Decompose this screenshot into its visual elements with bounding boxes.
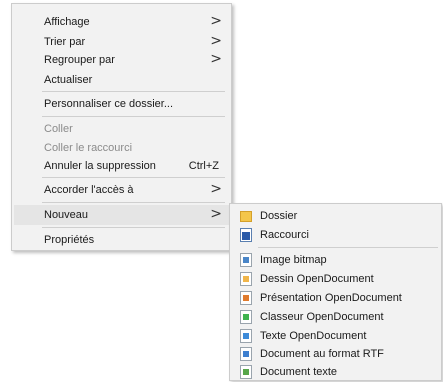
chevron-right-icon: > — [210, 13, 222, 29]
menu-item-label: Affichage — [44, 16, 90, 28]
shortcut-icon — [240, 228, 252, 242]
menu-item-nouveau[interactable]: Nouveau > — [14, 205, 229, 225]
menu-item-label: Présentation OpenDocument — [260, 292, 402, 304]
opendocument-drawing-icon — [240, 272, 252, 286]
menu-item-coller[interactable]: Coller — [14, 119, 229, 139]
menu-item-label: Dossier — [260, 210, 298, 222]
shortcut-text: Ctrl+Z — [188, 160, 219, 172]
bitmap-image-icon — [240, 253, 252, 267]
rtf-document-icon — [240, 347, 252, 361]
menu-item-actualiser[interactable]: Actualiser — [14, 70, 229, 90]
menu-item-label: Actualiser — [44, 74, 93, 86]
menu-item-coller-raccourci[interactable]: Coller le raccourci — [14, 138, 229, 158]
submenu-item-image-bitmap[interactable]: Image bitmap — [232, 250, 439, 270]
context-menu: Affichage > Trier par > Regrouper par > … — [11, 3, 232, 251]
menu-item-label: Image bitmap — [260, 254, 327, 266]
opendocument-text-icon — [240, 329, 252, 343]
menu-separator — [42, 177, 225, 178]
chevron-right-icon: > — [210, 206, 222, 222]
submenu-item-dessin-opendocument[interactable]: Dessin OpenDocument — [232, 269, 439, 289]
menu-item-label: Dessin OpenDocument — [260, 273, 374, 285]
menu-item-label: Coller — [44, 123, 73, 135]
menu-item-label: Regrouper par — [44, 54, 115, 66]
menu-item-proprietes[interactable]: Propriétés — [14, 230, 229, 250]
opendocument-presentation-icon — [240, 291, 252, 305]
text-document-icon — [240, 365, 252, 379]
folder-icon — [240, 211, 252, 222]
opendocument-spreadsheet-icon — [240, 310, 252, 324]
menu-item-trier-par[interactable]: Trier par > — [14, 32, 229, 52]
menu-item-label: Document texte — [260, 366, 338, 378]
menu-item-label: Annuler la suppression — [44, 160, 156, 172]
chevron-right-icon: > — [210, 51, 222, 67]
chevron-right-icon: > — [210, 181, 222, 197]
submenu-item-presentation-opendocument[interactable]: Présentation OpenDocument — [232, 288, 439, 308]
menu-separator — [42, 116, 225, 117]
submenu-item-texte-opendocument[interactable]: Texte OpenDocument — [232, 326, 439, 346]
menu-item-label: Personnaliser ce dossier... — [44, 98, 174, 110]
menu-item-label: Trier par — [44, 36, 86, 48]
menu-item-label: Propriétés — [44, 234, 95, 246]
menu-separator — [42, 202, 225, 203]
menu-item-label: Classeur OpenDocument — [260, 311, 384, 323]
chevron-right-icon: > — [210, 33, 222, 49]
menu-item-label: Coller le raccourci — [44, 142, 133, 154]
menu-item-label: Nouveau — [44, 209, 89, 221]
menu-item-regrouper-par[interactable]: Regrouper par > — [14, 50, 229, 70]
menu-item-accorder-acces[interactable]: Accorder l'accès à > — [14, 180, 229, 200]
menu-item-personnaliser-dossier[interactable]: Personnaliser ce dossier... — [14, 94, 229, 114]
submenu-item-document-texte[interactable]: Document texte — [232, 362, 439, 382]
menu-item-label: Document au format RTF — [260, 348, 384, 360]
menu-separator — [42, 91, 225, 92]
menu-item-annuler-suppression[interactable]: Annuler la suppression Ctrl+Z — [14, 156, 229, 176]
menu-separator — [42, 227, 225, 228]
submenu-item-document-rtf[interactable]: Document au format RTF — [232, 344, 439, 364]
menu-item-affichage[interactable]: Affichage > — [14, 12, 229, 32]
menu-item-label: Texte OpenDocument — [260, 330, 367, 342]
submenu-item-dossier[interactable]: Dossier — [232, 206, 439, 226]
menu-item-label: Raccourci — [260, 229, 309, 241]
menu-item-label: Accorder l'accès à — [44, 184, 134, 196]
submenu-item-classeur-opendocument[interactable]: Classeur OpenDocument — [232, 307, 439, 327]
submenu-item-raccourci[interactable]: Raccourci — [232, 225, 439, 245]
new-submenu: Dossier Raccourci Image bitmap Dessin Op… — [229, 203, 442, 381]
menu-separator — [258, 247, 438, 248]
